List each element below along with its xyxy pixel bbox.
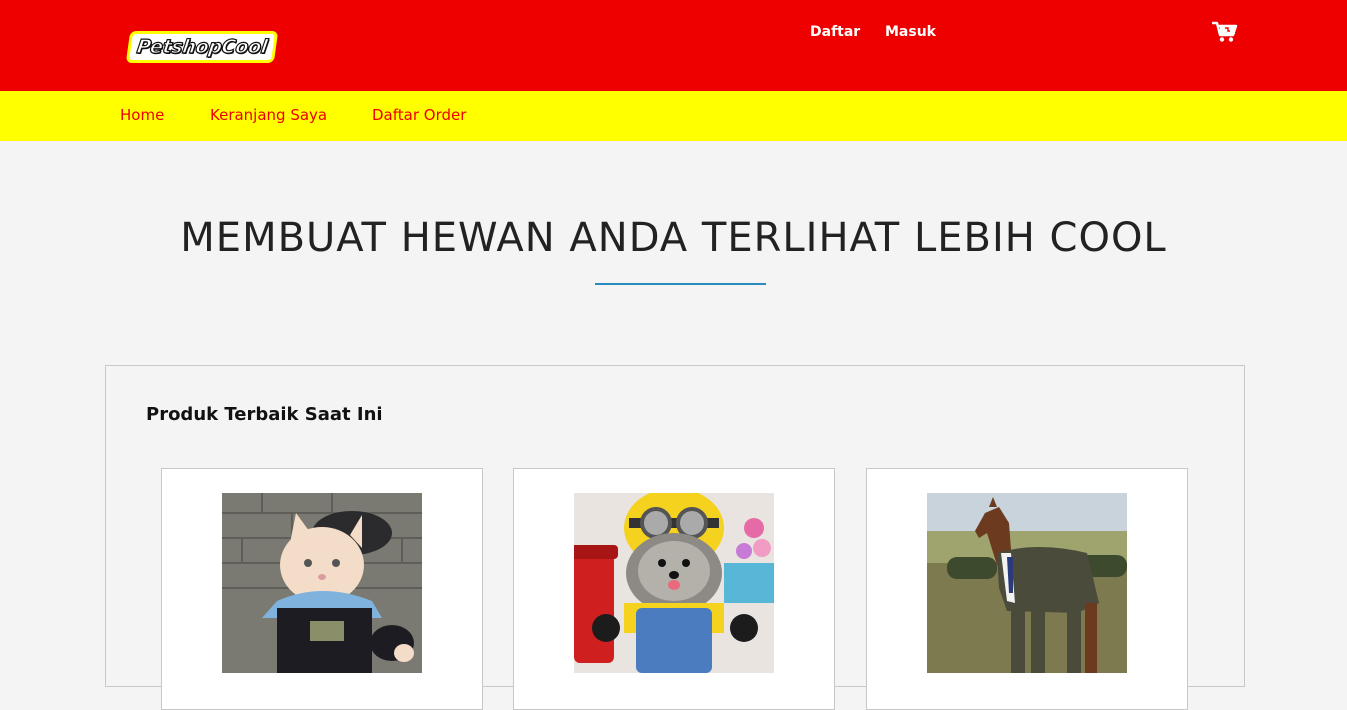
register-link[interactable]: Daftar bbox=[810, 24, 860, 40]
product-card-2[interactable] bbox=[513, 468, 835, 710]
best-products-panel: Produk Terbaik Saat Ini bbox=[105, 365, 1245, 710]
nav-my-cart[interactable]: Keranjang Saya bbox=[210, 106, 327, 124]
top-header: PetshopCool Daftar Masuk bbox=[0, 0, 1347, 91]
product-card-3[interactable] bbox=[866, 468, 1188, 710]
site-logo[interactable]: PetshopCool bbox=[125, 31, 279, 63]
minion-dog-photo[interactable] bbox=[574, 493, 774, 673]
main-nav: Home Keranjang Saya Daftar Order bbox=[0, 91, 1347, 141]
cat-costume-photo[interactable] bbox=[222, 493, 422, 673]
hero-underline bbox=[595, 283, 766, 285]
cart-icon[interactable] bbox=[1211, 21, 1238, 43]
hero-title: MEMBUAT HEWAN ANDA TERLIHAT LEBIH COOL bbox=[180, 215, 1167, 261]
product-card-1[interactable] bbox=[161, 468, 483, 710]
login-link[interactable]: Masuk bbox=[885, 24, 936, 40]
nav-order-list[interactable]: Daftar Order bbox=[372, 106, 466, 124]
horse-suit-photo[interactable] bbox=[927, 493, 1127, 673]
section-title: Produk Terbaik Saat Ini bbox=[146, 404, 383, 425]
nav-home[interactable]: Home bbox=[120, 106, 164, 124]
logo-text: PetshopCool bbox=[135, 35, 269, 58]
